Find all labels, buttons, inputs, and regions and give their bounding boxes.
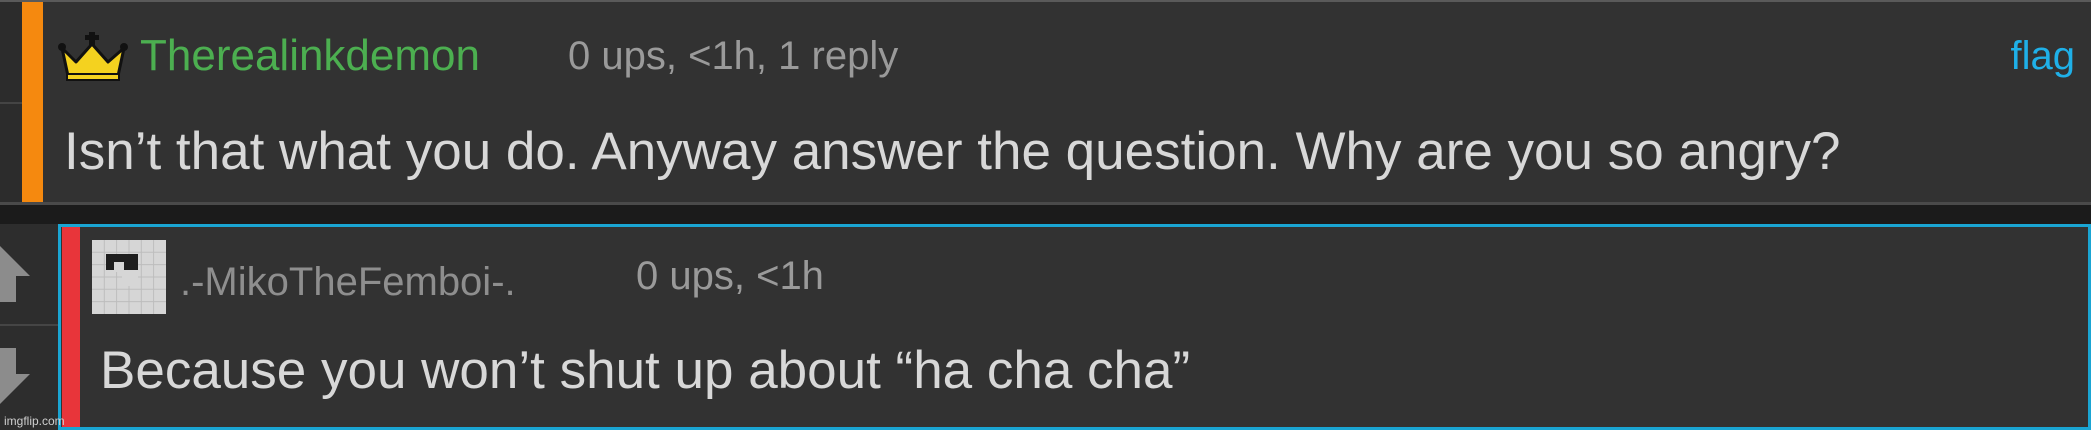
comment-body: Because you won’t shut up about “ha cha … <box>100 341 1191 400</box>
vote-column <box>0 2 22 202</box>
comment-username[interactable]: Therealinkdemon <box>140 28 480 84</box>
comment: Therealinkdemon 0 ups, <1h, 1 reply flag… <box>0 0 2091 205</box>
comment-body: Isn’t that what you do. Anyway answer th… <box>64 122 1841 181</box>
vote-divider <box>0 102 22 104</box>
comment-username[interactable]: .-MikoTheFemboi-. <box>180 254 516 310</box>
comment-thread: Therealinkdemon 0 ups, <1h, 1 reply flag… <box>0 0 2091 430</box>
comment-accent-bar <box>62 227 80 427</box>
vote-divider <box>0 324 58 326</box>
watermark: imgflip.com <box>4 414 65 428</box>
comment-meta: 0 ups, <1h <box>636 254 824 298</box>
default-avatar-icon[interactable] <box>92 240 166 314</box>
comment-accent-bar <box>22 2 43 202</box>
crown-icon <box>58 32 128 81</box>
vote-column <box>0 224 58 430</box>
comment: .-MikoTheFemboi-. 0 ups, <1h Because you… <box>0 224 2091 430</box>
comment-meta: 0 ups, <1h, 1 reply <box>568 34 899 78</box>
flag-link[interactable]: flag <box>2011 28 2076 84</box>
upvote-arrow-icon[interactable] <box>0 236 42 306</box>
downvote-arrow-icon[interactable] <box>0 344 42 414</box>
